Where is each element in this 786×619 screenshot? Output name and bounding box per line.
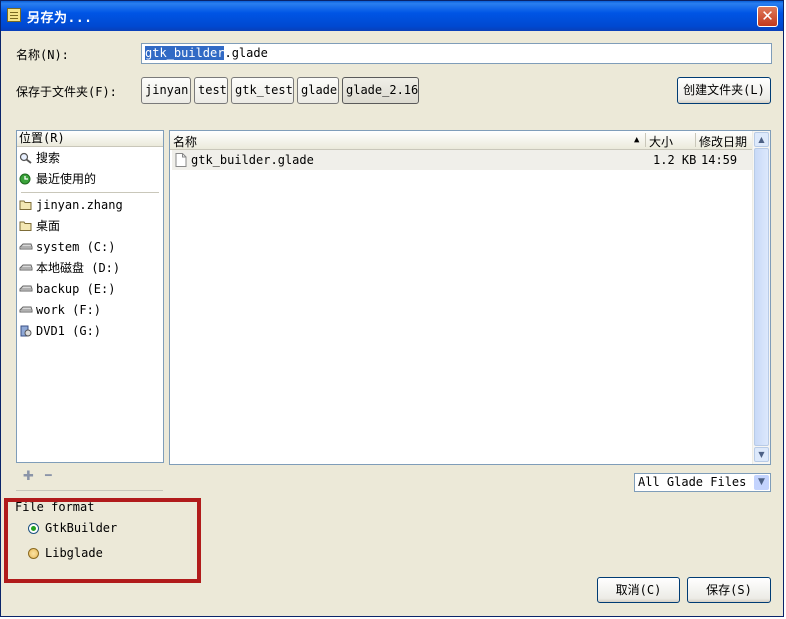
place-label: work (F:) <box>36 303 102 317</box>
path-crumb-test[interactable]: test <box>194 77 228 104</box>
search-icon <box>19 152 32 164</box>
places-panel: 位置(R) 搜索 最近使用的 jinyan.zhang 桌面 system (C… <box>16 130 164 463</box>
places-separator <box>21 192 159 193</box>
places-bottom-separator <box>16 490 163 491</box>
path-crumb-jinyan[interactable]: jinyan <box>141 77 191 104</box>
place-label: 本地磁盘 (D:) <box>36 261 121 275</box>
place-item-drive-e[interactable]: backup (E:) <box>19 279 115 299</box>
column-name-header[interactable]: 名称 <box>173 133 197 150</box>
place-label: jinyan.zhang <box>36 198 123 212</box>
column-separator <box>645 133 646 147</box>
radio-libglade[interactable] <box>28 548 39 559</box>
add-bookmark-icon[interactable]: ✚ <box>23 469 34 484</box>
place-label: 桌面 <box>36 219 61 233</box>
places-header[interactable]: 位置(R) <box>17 131 163 147</box>
file-format-label: File format <box>15 500 95 514</box>
drive-icon <box>19 243 33 250</box>
file-modified: 14:59 <box>701 153 738 167</box>
place-label: DVD1 (G:) <box>36 324 102 338</box>
column-modified-header[interactable]: 修改日期 <box>699 133 747 150</box>
remove-bookmark-icon[interactable]: ━ <box>45 469 52 482</box>
file-list: 名称 ▲ 大小 修改日期 gtk_builder.glade 1.2 KB 14… <box>169 130 771 465</box>
save-button[interactable]: 保存(S) <box>687 577 771 603</box>
place-item-drive-d[interactable]: 本地磁盘 (D:) <box>19 258 120 278</box>
sort-ascending-icon: ▲ <box>634 135 640 145</box>
column-size-header[interactable]: 大小 <box>649 133 673 150</box>
chevron-down-icon[interactable]: ▼ <box>754 475 769 490</box>
place-label: backup (E:) <box>36 282 116 296</box>
drive-icon <box>19 264 33 271</box>
save-in-label: 保存于文件夹(F): <box>16 85 117 99</box>
path-crumb-glade-2-16[interactable]: glade_2.16 <box>342 77 419 104</box>
radio-gtkbuilder-label[interactable]: GtkBuilder <box>45 521 117 535</box>
recent-icon <box>19 173 31 185</box>
path-crumb-gtk-test[interactable]: gtk_test <box>231 77 294 104</box>
filename-input[interactable]: gtk_builder.glade <box>141 43 772 64</box>
save-dialog-icon <box>7 8 21 22</box>
window-title: 另存为... <box>27 11 93 26</box>
path-crumb-glade[interactable]: glade <box>297 77 339 104</box>
file-type-filter[interactable]: All Glade Files ▼ <box>634 473 771 492</box>
radio-libglade-label[interactable]: Libglade <box>45 546 103 560</box>
place-label: system (C:) <box>36 240 116 254</box>
close-button[interactable]: ✕ <box>757 6 778 27</box>
drive-icon <box>19 285 33 292</box>
filename-rest-text: .glade <box>224 46 268 60</box>
dvd-icon <box>20 325 32 337</box>
title-bar[interactable]: 另存为... ✕ <box>1 1 783 31</box>
file-row[interactable]: gtk_builder.glade 1.2 KB 14:59 <box>172 150 752 170</box>
scroll-up-arrow-icon[interactable]: ▲ <box>754 132 769 147</box>
close-icon: ✕ <box>761 7 774 25</box>
place-label: 最近使用的 <box>36 172 97 186</box>
cancel-button[interactable]: 取消(C) <box>597 577 680 603</box>
place-item-search[interactable]: 搜索 <box>19 148 60 168</box>
place-item-drive-f[interactable]: work (F:) <box>19 300 101 320</box>
scroll-down-arrow-icon[interactable]: ▼ <box>754 447 769 462</box>
save-as-dialog: 另存为... ✕ 名称(N): gtk_builder.glade 保存于文件夹… <box>0 0 784 617</box>
file-list-scrollbar[interactable]: ▲ ▼ <box>752 131 770 464</box>
folder-icon <box>19 200 32 210</box>
drive-icon <box>19 306 33 313</box>
radio-gtkbuilder[interactable] <box>28 523 39 534</box>
place-item-home[interactable]: jinyan.zhang <box>19 195 123 215</box>
filename-selected-text: gtk_builder <box>145 46 225 60</box>
scroll-thumb[interactable] <box>754 148 769 446</box>
file-size: 1.2 KB <box>653 153 697 167</box>
place-item-dvd-g[interactable]: DVD1 (G:) <box>19 321 101 341</box>
filter-value: All Glade Files <box>638 475 747 489</box>
create-folder-button[interactable]: 创建文件夹(L) <box>677 77 771 104</box>
file-list-header: 名称 ▲ 大小 修改日期 <box>170 131 753 150</box>
file-name: gtk_builder.glade <box>191 153 314 167</box>
file-icon <box>175 153 187 167</box>
place-item-drive-c[interactable]: system (C:) <box>19 237 115 257</box>
place-item-recent[interactable]: 最近使用的 <box>19 169 96 189</box>
place-item-desktop[interactable]: 桌面 <box>19 216 60 236</box>
folder-icon <box>19 221 32 231</box>
column-separator <box>695 133 696 147</box>
place-label: 搜索 <box>36 151 61 165</box>
name-label: 名称(N): <box>16 48 69 62</box>
